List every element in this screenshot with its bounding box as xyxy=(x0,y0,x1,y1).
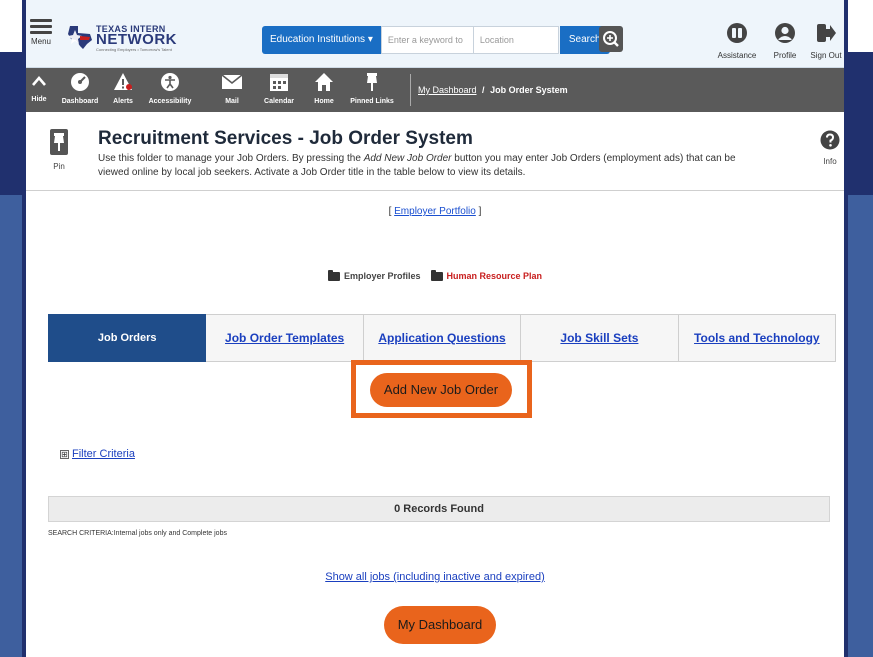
dashboard-icon xyxy=(71,73,89,91)
breadcrumb-dashboard-link[interactable]: My Dashboard xyxy=(418,85,477,95)
location-input[interactable]: Location xyxy=(472,26,559,54)
search-category-value: Education Institutions xyxy=(270,34,366,45)
pinned-links-label: Pinned Links xyxy=(350,98,394,105)
profile-icon xyxy=(775,23,795,43)
pin-icon xyxy=(50,129,68,155)
nav-home[interactable]: Home xyxy=(311,72,337,105)
nav-mail[interactable]: Mail xyxy=(218,72,246,105)
menu-button[interactable]: Menu xyxy=(28,16,54,46)
browser-frame: Menu TEXAS INTERN NETWORK Connecting Emp… xyxy=(22,0,848,657)
tab-job-orders[interactable]: Job Orders xyxy=(48,314,207,362)
mail-label: Mail xyxy=(225,98,239,105)
background-right xyxy=(848,195,873,657)
hide-nav-button[interactable]: Hide xyxy=(28,72,50,103)
calendar-label: Calendar xyxy=(264,98,294,105)
sign-out-label: Sign Out xyxy=(810,51,842,60)
nav-dashboard[interactable]: Dashboard xyxy=(60,72,100,105)
page-description: Use this folder to manage your Job Order… xyxy=(98,152,738,180)
site-header: Menu TEXAS INTERN NETWORK Connecting Emp… xyxy=(26,0,844,68)
chevron-up-icon xyxy=(32,76,46,86)
folder-links: Employer Profiles Human Resource Plan xyxy=(328,269,543,281)
portfolio-bracket-close: ] xyxy=(475,206,482,217)
folder-icon xyxy=(430,269,443,281)
pin-label: Pin xyxy=(53,162,65,171)
search-bar: Education Institutions ▾ Enter a keyword… xyxy=(262,26,610,54)
pin-page-button[interactable]: Pin xyxy=(48,129,70,171)
chevron-down-icon: ▾ xyxy=(367,34,373,45)
info-button[interactable]: Info xyxy=(816,130,844,166)
nav-divider xyxy=(410,74,411,106)
calendar-icon xyxy=(270,74,288,91)
show-all-jobs: Show all jobs (including inactive and ex… xyxy=(26,571,844,583)
dashboard-label: Dashboard xyxy=(61,98,99,105)
nav-accessibility[interactable]: Accessibility xyxy=(144,72,196,105)
filter-criteria: ⊞ Filter Criteria xyxy=(60,448,135,460)
menu-label: Menu xyxy=(30,37,51,46)
accessibility-label: Accessibility xyxy=(148,98,192,105)
home-icon xyxy=(315,73,333,91)
search-criteria-text: SEARCH CRITERIA:Internal jobs only and C… xyxy=(48,530,227,537)
breadcrumb-separator: / xyxy=(482,85,485,95)
breadcrumb: My Dashboard / Job Order System xyxy=(418,85,568,95)
logo-tagline: Connecting Employers • Tomorrow's Talent xyxy=(96,47,172,52)
mail-icon xyxy=(221,74,243,89)
advanced-search-button[interactable] xyxy=(599,26,623,52)
zoom-in-icon xyxy=(603,31,619,47)
pin-icon xyxy=(367,73,377,91)
assistance-label: Assistance xyxy=(717,51,757,60)
assistance-icon xyxy=(727,23,747,43)
divider xyxy=(26,190,844,191)
info-label: Info xyxy=(823,157,837,166)
alerts-label: Alerts xyxy=(113,98,133,105)
job-order-tabs: Job Orders Job Order Templates Applicati… xyxy=(48,314,837,362)
home-label: Home xyxy=(314,98,334,105)
nav-alerts[interactable]: Alerts xyxy=(108,72,138,105)
my-dashboard-button[interactable]: My Dashboard xyxy=(384,606,496,644)
profile-link[interactable]: Profile xyxy=(762,22,808,60)
records-found-bar: 0 Records Found xyxy=(48,496,830,522)
sign-out-icon xyxy=(817,24,836,42)
employer-portfolio-link[interactable]: Employer Portfolio xyxy=(394,206,476,217)
page-title: Recruitment Services - Job Order System xyxy=(98,128,473,149)
filter-criteria-link[interactable]: Filter Criteria xyxy=(72,448,135,460)
tab-tools-and-technology[interactable]: Tools and Technology xyxy=(678,314,837,362)
show-all-jobs-link[interactable]: Show all jobs (including inactive and ex… xyxy=(325,571,545,583)
keyword-input[interactable]: Enter a keyword to xyxy=(380,26,473,54)
help-icon xyxy=(820,130,840,150)
human-resource-plan-link[interactable]: Human Resource Plan xyxy=(430,269,543,281)
breadcrumb-current: Job Order System xyxy=(490,85,568,95)
description-emphasis: Add New Job Order xyxy=(363,153,452,164)
folder-icon xyxy=(328,269,340,281)
human-resource-plan-label: Human Resource Plan xyxy=(446,271,543,281)
employer-portfolio: [ Employer Portfolio ] xyxy=(26,206,844,217)
logo-line-2: NETWORK xyxy=(96,31,177,48)
texas-intern-network-logo[interactable]: TEXAS INTERN NETWORK Connecting Employer… xyxy=(66,24,186,52)
tab-job-skill-sets[interactable]: Job Skill Sets xyxy=(521,314,679,362)
assistance-link[interactable]: Assistance xyxy=(714,22,760,60)
sign-out-link[interactable]: Sign Out xyxy=(803,22,844,60)
texas-map-icon xyxy=(68,26,92,49)
description-text-1: Use this folder to manage your Job Order… xyxy=(98,153,364,164)
expand-icon[interactable]: ⊞ xyxy=(60,449,69,459)
hamburger-icon xyxy=(28,19,54,34)
nav-calendar[interactable]: Calendar xyxy=(262,72,296,105)
alert-icon xyxy=(114,73,132,90)
hide-label: Hide xyxy=(31,96,47,103)
tab-application-questions[interactable]: Application Questions xyxy=(363,314,522,362)
employer-profiles-label: Employer Profiles xyxy=(344,271,421,281)
tab-job-order-templates[interactable]: Job Order Templates xyxy=(206,314,364,362)
background-left xyxy=(0,195,22,657)
accessibility-icon xyxy=(161,73,179,91)
add-new-job-order-button[interactable]: Add New Job Order xyxy=(370,373,512,407)
search-category-select[interactable]: Education Institutions ▾ xyxy=(262,26,381,54)
profile-label: Profile xyxy=(773,51,797,60)
employer-profiles-link[interactable]: Employer Profiles xyxy=(328,269,421,281)
quick-nav-bar: Hide Dashboard Alerts Accessibility Mail… xyxy=(26,68,844,112)
nav-pinned-links[interactable]: Pinned Links xyxy=(346,72,398,105)
